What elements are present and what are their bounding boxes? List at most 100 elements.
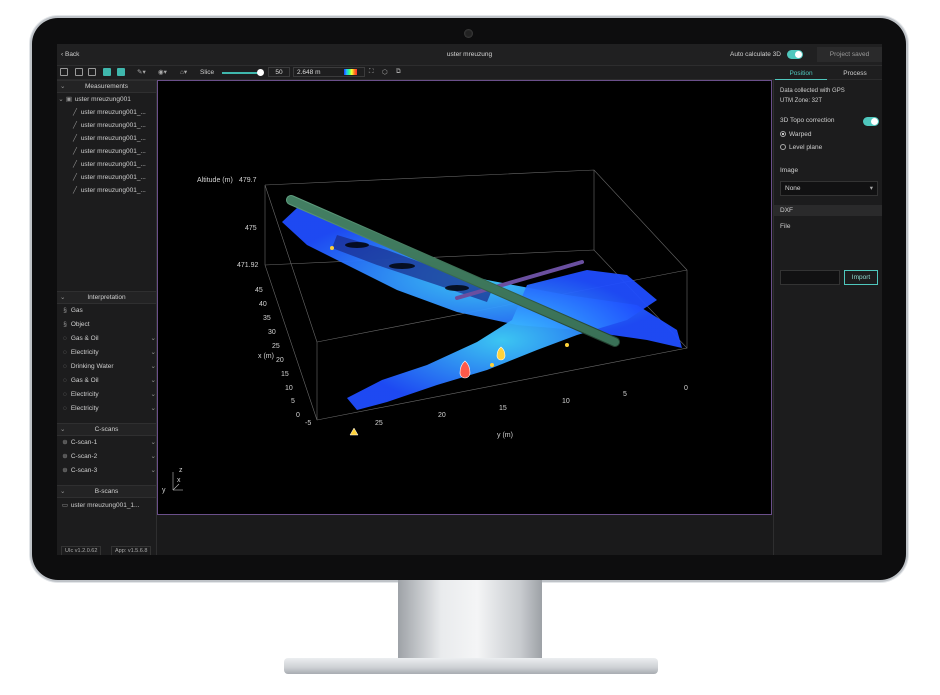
- interpretation-item[interactable]: ◌ Gas & Oil ⌄: [57, 374, 160, 387]
- measurement-file[interactable]: ╱ uster mreuzung001_...: [57, 184, 170, 197]
- project-node[interactable]: ⌄ ▣ uster mreuzung001: [57, 93, 156, 106]
- lock-icon[interactable]: ⌂▾: [180, 68, 187, 76]
- interpretation-item[interactable]: ◌ Gas & Oil ⌄: [57, 332, 160, 345]
- file-label: File: [780, 223, 791, 230]
- measurements-title: Measurements: [85, 83, 128, 90]
- line-icon: ╱: [73, 109, 77, 116]
- chevron-down-icon: ⌄: [150, 363, 156, 370]
- measurement-file[interactable]: ╱ uster mreuzung001_...: [57, 158, 170, 171]
- drop-icon: ◌: [63, 405, 67, 412]
- interpretation-item[interactable]: ◌ Electricity ⌄: [57, 402, 160, 415]
- cscan-item[interactable]: ⊛ C-scan-1 ⌄: [57, 436, 160, 449]
- line-icon: ╱: [73, 148, 77, 155]
- eye-icon[interactable]: ◉▾: [158, 68, 167, 76]
- x-tick: 40: [259, 301, 267, 308]
- measurement-file[interactable]: ╱ uster mreuzung001_...: [57, 145, 170, 158]
- file-input[interactable]: [780, 270, 840, 285]
- x-tick: 25: [272, 343, 280, 350]
- altitude-tick: 479.7: [239, 177, 257, 184]
- export-icon[interactable]: ⧉: [396, 68, 401, 76]
- measurement-file[interactable]: ╱ uster mreuzung001_...: [57, 132, 170, 145]
- cube-icon[interactable]: ⬡: [382, 68, 388, 76]
- interpretation-item[interactable]: § Object: [57, 318, 160, 331]
- interpretation-item[interactable]: ◌ Drinking Water ⌄: [57, 360, 160, 373]
- interpretation-label: Drinking Water: [70, 363, 114, 370]
- webcam: [464, 29, 473, 38]
- interpretation-item[interactable]: § Gas: [57, 304, 160, 317]
- measurement-file[interactable]: ╱ uster mreuzung001_...: [57, 119, 170, 132]
- line-icon: ╱: [73, 122, 77, 129]
- y-tick: 15: [499, 405, 507, 412]
- cscan-item[interactable]: ⊛ C-scan-3 ⌄: [57, 464, 160, 477]
- measurements-header[interactable]: ⌄ Measurements: [57, 80, 156, 93]
- level-plane-radio[interactable]: Level plane: [780, 144, 822, 151]
- tab-position[interactable]: Position: [775, 68, 827, 80]
- bscan-item[interactable]: ▭ uster mreuzung001_1...: [57, 499, 160, 512]
- interpretation-label: Electricity: [70, 391, 99, 398]
- object-marker-icon[interactable]: [349, 427, 359, 436]
- chevron-down-icon: ⌄: [60, 83, 66, 90]
- warped-radio[interactable]: Warped: [780, 131, 812, 138]
- cscan-item[interactable]: ⊛ C-scan-2 ⌄: [57, 450, 160, 463]
- cscan-label: C-scan-2: [70, 453, 98, 460]
- x-tick: 20: [276, 357, 284, 364]
- interpretation-item[interactable]: ◌ Electricity ⌄: [57, 388, 160, 401]
- brush-icon[interactable]: ✎▾: [137, 68, 146, 76]
- layout-3d-icon[interactable]: [103, 68, 111, 76]
- scan-icon: ⊛: [62, 439, 68, 446]
- chevron-down-icon: ⌄: [150, 391, 156, 398]
- drop-icon: ◌: [63, 363, 67, 370]
- chevron-down-icon: ▾: [869, 185, 873, 192]
- line-icon: ╱: [73, 174, 77, 181]
- right-panel: Data collected with GPS UTM Zone: 32T 3D…: [773, 80, 882, 555]
- bscans-title: B-scans: [94, 488, 119, 495]
- interpretation-title: Interpretation: [87, 294, 126, 301]
- altitude-tick: 471.92: [237, 262, 259, 269]
- interpretation-label: Object: [70, 321, 90, 328]
- chevron-down-icon: ⌄: [150, 377, 156, 384]
- chevron-down-icon: ⌄: [150, 467, 156, 474]
- measurement-file[interactable]: ╱ uster mreuzung001_...: [57, 106, 170, 119]
- slice-value-input[interactable]: 50: [268, 67, 290, 77]
- topo-correction-toggle[interactable]: [863, 117, 879, 126]
- bscans-header[interactable]: ⌄ B-scans: [57, 485, 156, 498]
- chevron-down-icon: ⌄: [60, 426, 66, 433]
- x-tick: 30: [268, 329, 276, 336]
- chevron-down-icon: ⌄: [60, 488, 66, 495]
- slice-slider[interactable]: [222, 69, 264, 76]
- interpretation-label: Electricity: [70, 405, 99, 412]
- y-tick: 25: [375, 420, 383, 427]
- interpretation-label: Gas & Oil: [70, 335, 99, 342]
- chevron-down-icon: ⌄: [58, 96, 64, 103]
- drop-icon: ◌: [63, 391, 67, 398]
- dxf-header: DXF: [774, 205, 882, 216]
- app-version: App: v1.5.6.8: [111, 546, 152, 555]
- fullscreen-icon[interactable]: ⛶: [369, 68, 374, 76]
- cscans-header[interactable]: ⌄ C-scans: [57, 423, 156, 436]
- colormap-icon[interactable]: [344, 69, 357, 75]
- tab-process[interactable]: Process: [829, 68, 881, 79]
- layout-split-icon[interactable]: [75, 68, 83, 76]
- line-icon: ╱: [73, 135, 77, 142]
- depth-value: 2.648 m: [297, 69, 321, 76]
- chevron-down-icon: ⌄: [150, 335, 156, 342]
- project-saved-status: Project saved: [817, 47, 882, 62]
- x-tick: -5: [305, 420, 311, 427]
- auto-calc-toggle[interactable]: [787, 50, 803, 59]
- layout-full-icon[interactable]: [117, 68, 125, 76]
- pipes: [286, 195, 620, 347]
- y-tick: 0: [684, 385, 688, 392]
- layout-left-icon[interactable]: [60, 68, 68, 76]
- project-label: uster mreuzung001: [74, 96, 131, 103]
- interpretation-header[interactable]: ⌄ Interpretation: [57, 291, 156, 304]
- 3d-viewport[interactable]: Altitude (m) 479.7 475 471.92 45 40 35 3…: [157, 80, 772, 515]
- layout-grid-icon[interactable]: [88, 68, 96, 76]
- auto-calc-label: Auto calculate 3D: [730, 51, 781, 58]
- import-button[interactable]: Import: [844, 270, 878, 285]
- x-tick: 45: [255, 287, 263, 294]
- image-select[interactable]: None ▾: [780, 181, 878, 196]
- 3d-scene[interactable]: Altitude (m) 479.7 475 471.92 45 40 35 3…: [157, 80, 772, 515]
- interpretation-item[interactable]: ◌ Electricity ⌄: [57, 346, 160, 359]
- scan-icon: ⊛: [62, 467, 68, 474]
- measurement-file[interactable]: ╱ uster mreuzung001_...: [57, 171, 170, 184]
